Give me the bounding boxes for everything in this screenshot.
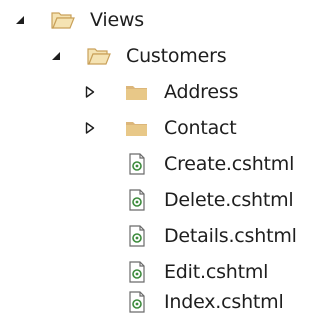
tree-node-file[interactable]: Create.cshtml bbox=[0, 148, 307, 180]
folder-icon bbox=[124, 117, 150, 139]
folder-open-icon bbox=[50, 9, 76, 31]
tree-node-customers[interactable]: Customers bbox=[0, 40, 307, 72]
tree-node-contact[interactable]: Contact bbox=[0, 112, 307, 144]
tree-node-label: Views bbox=[90, 9, 144, 31]
tree-node-file[interactable]: Delete.cshtml bbox=[0, 184, 307, 216]
collapsed-arrow-icon[interactable] bbox=[84, 86, 96, 98]
tree-node-label: Address bbox=[164, 81, 239, 103]
expanded-arrow-icon[interactable] bbox=[50, 50, 62, 62]
tree-node-views[interactable]: Views bbox=[0, 4, 307, 36]
folder-icon bbox=[124, 81, 150, 103]
tree-node-label: Delete.cshtml bbox=[164, 189, 294, 211]
tree-node-file[interactable]: Edit.cshtml bbox=[0, 256, 307, 288]
tree-node-label: Edit.cshtml bbox=[164, 261, 269, 283]
razor-file-icon bbox=[124, 153, 150, 175]
tree-node-address[interactable]: Address bbox=[0, 76, 307, 108]
tree-node-label: Customers bbox=[126, 45, 227, 67]
tree-node-label: Index.cshtml bbox=[164, 291, 284, 313]
tree-node-file[interactable]: Details.cshtml bbox=[0, 220, 307, 252]
razor-file-icon bbox=[124, 261, 150, 283]
razor-file-icon bbox=[124, 225, 150, 247]
razor-file-icon bbox=[124, 291, 150, 313]
folder-open-icon bbox=[86, 45, 112, 67]
collapsed-arrow-icon[interactable] bbox=[84, 122, 96, 134]
tree-node-label: Details.cshtml bbox=[164, 225, 297, 247]
razor-file-icon bbox=[124, 189, 150, 211]
solution-explorer-tree: Views Customers Address Contact Create.c… bbox=[0, 0, 307, 318]
tree-node-label: Contact bbox=[164, 117, 237, 139]
expanded-arrow-icon[interactable] bbox=[14, 14, 26, 26]
tree-node-label: Create.cshtml bbox=[164, 153, 295, 175]
tree-node-file[interactable]: Index.cshtml bbox=[0, 286, 307, 318]
